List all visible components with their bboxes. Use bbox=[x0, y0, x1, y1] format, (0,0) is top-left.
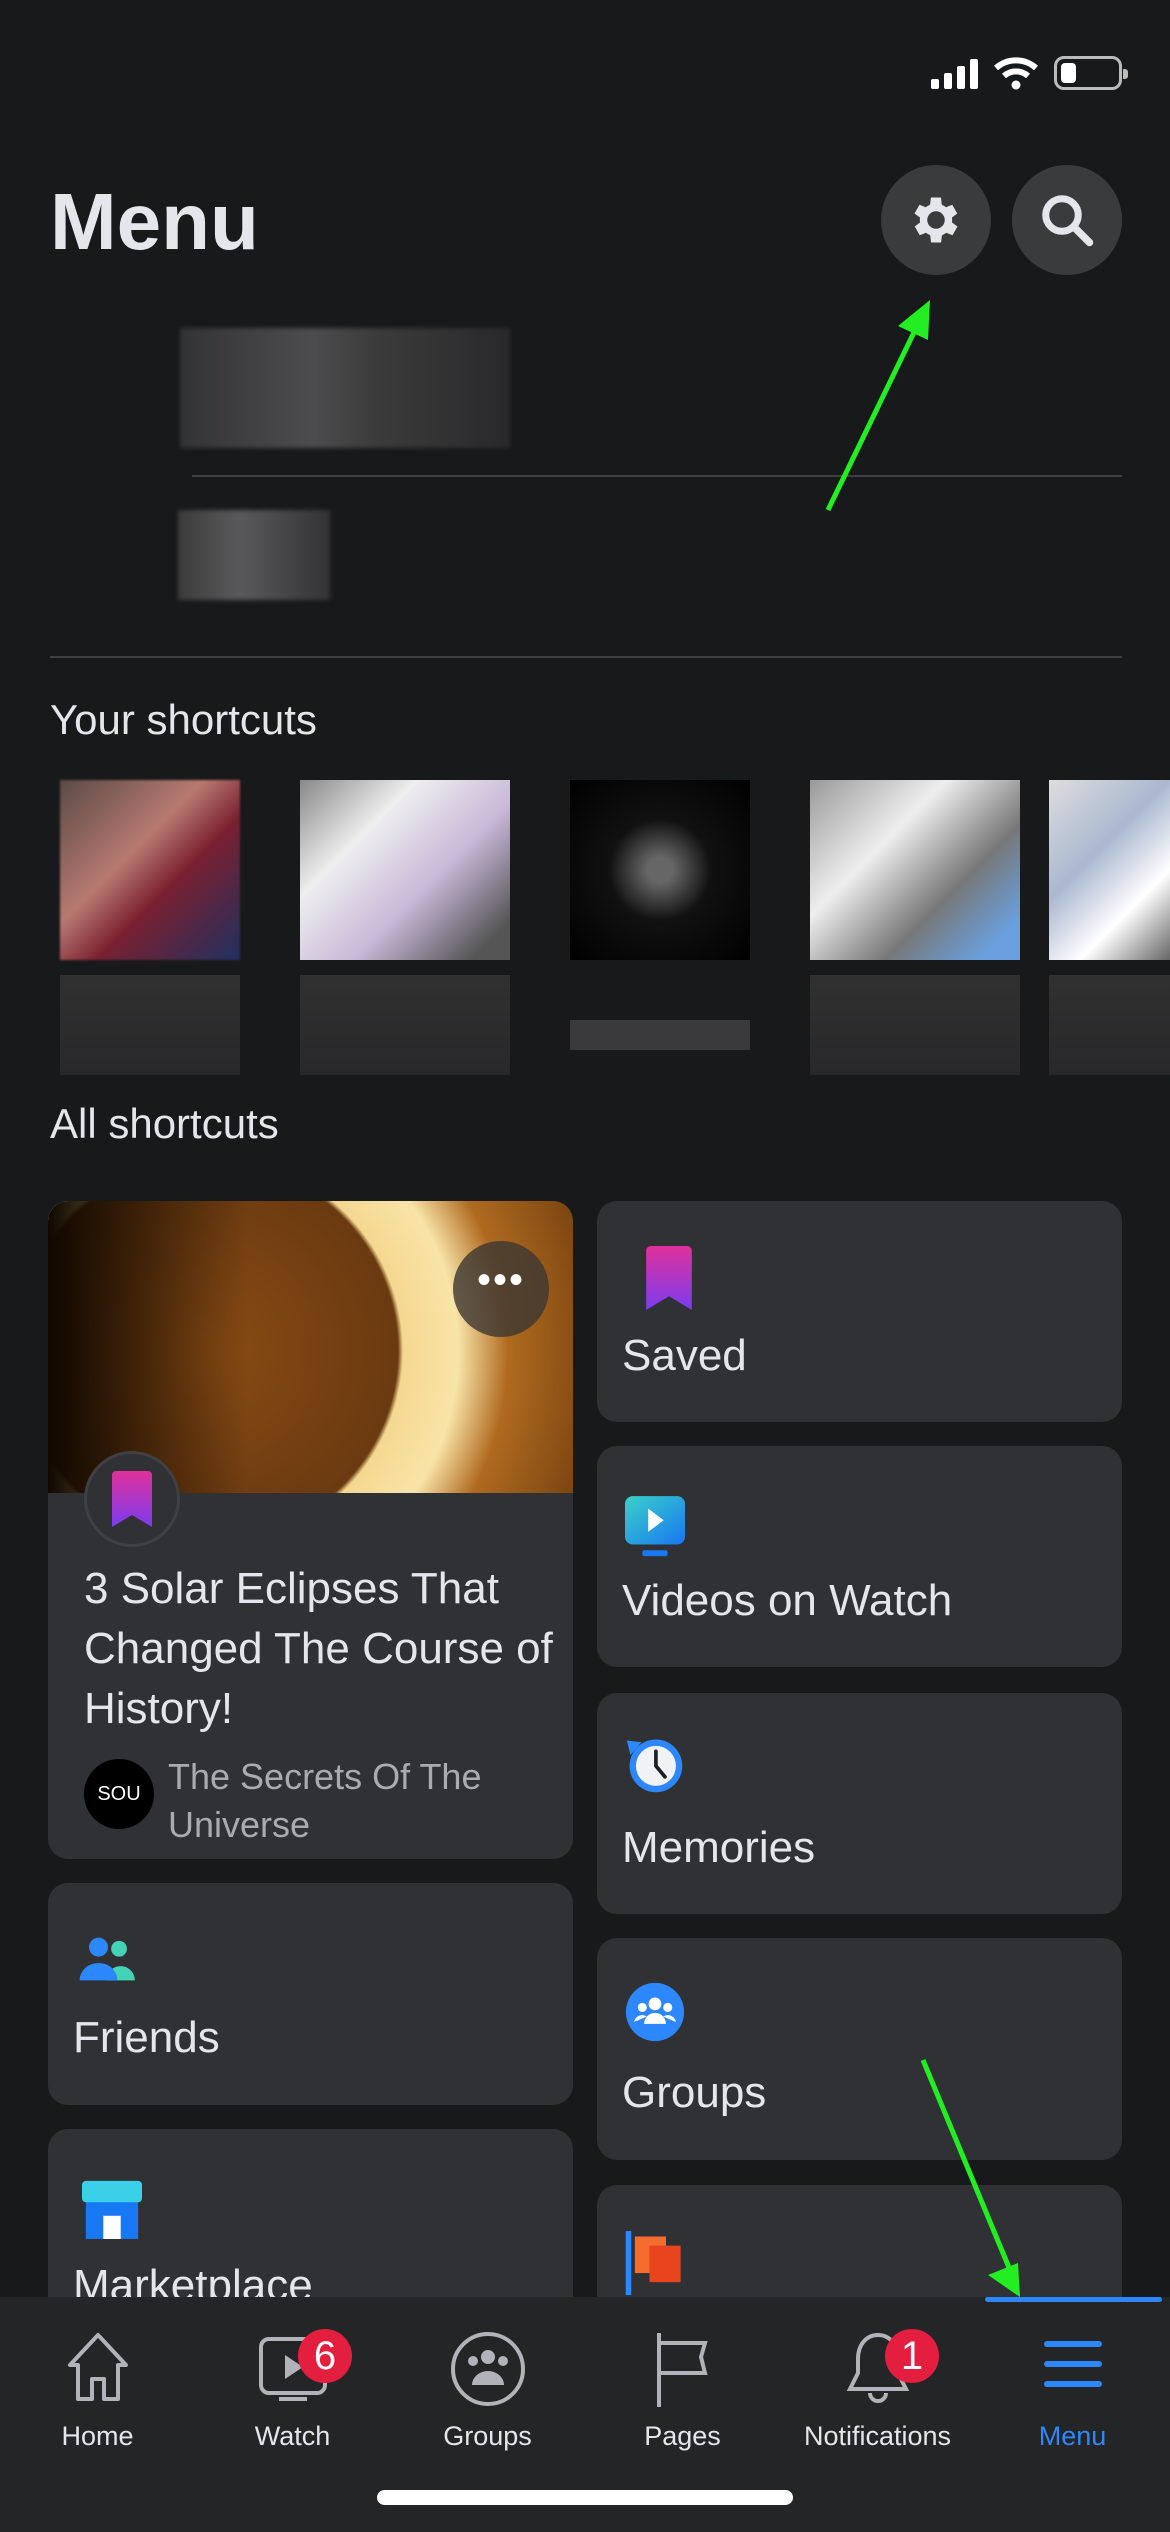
groups-icon bbox=[450, 2332, 525, 2406]
memories-clock-icon bbox=[626, 1739, 683, 1793]
annotation-arrow-settings bbox=[825, 300, 930, 512]
tab-label: Notifications bbox=[803, 2421, 952, 2451]
shortcut-label-blurred bbox=[570, 1020, 750, 1050]
pages-flag-icon bbox=[656, 2333, 708, 2407]
saved-badge bbox=[84, 1451, 180, 1547]
shortcut-videos-on-watch[interactable]: Videos on Watch bbox=[597, 1446, 1122, 1667]
tab-label: Watch bbox=[254, 2421, 331, 2451]
tab-watch[interactable]: 6 Watch bbox=[195, 2297, 390, 2477]
your-shortcuts-heading: Your shortcuts bbox=[50, 696, 317, 743]
tab-label: Home bbox=[61, 2421, 134, 2451]
status-bar bbox=[931, 56, 1128, 90]
tab-notifications[interactable]: 1 Notifications bbox=[780, 2297, 975, 2477]
notifications-badge: 1 bbox=[885, 2329, 939, 2383]
all-shortcuts-heading: All shortcuts bbox=[50, 1100, 279, 1147]
gear-icon bbox=[914, 197, 958, 243]
home-indicator bbox=[377, 2490, 793, 2505]
page-title: Menu bbox=[50, 177, 259, 266]
watch-badge: 6 bbox=[298, 2329, 352, 2383]
tab-pages[interactable]: Pages bbox=[585, 2297, 780, 2477]
tab-label: Pages bbox=[644, 2421, 721, 2451]
bookmark-icon bbox=[646, 1246, 692, 1310]
profile-secondary-blurred[interactable] bbox=[178, 510, 330, 600]
shortcut-groups[interactable]: Groups bbox=[597, 1938, 1122, 2160]
shortcut-label: Memories bbox=[622, 1823, 816, 1872]
cellular-signal-icon bbox=[931, 57, 978, 89]
shortcut-label-blurred bbox=[60, 975, 240, 1075]
shortcut-label: Saved bbox=[622, 1331, 747, 1380]
shortcut-saved[interactable]: Saved bbox=[597, 1201, 1122, 1422]
pages-flag-icon bbox=[625, 2231, 681, 2295]
wifi-icon bbox=[994, 57, 1038, 90]
shortcut-label-blurred bbox=[1049, 975, 1170, 1075]
divider bbox=[192, 475, 1122, 477]
home-icon bbox=[67, 2333, 128, 2401]
article-title: 3 Solar Eclipses That Changed The Course… bbox=[84, 1564, 553, 1733]
shortcut-thumbnail[interactable] bbox=[570, 780, 750, 960]
tab-label: Groups bbox=[443, 2421, 532, 2451]
shortcut-memories[interactable]: Memories bbox=[597, 1693, 1122, 1914]
more-options-button[interactable]: ••• bbox=[453, 1241, 549, 1337]
more-icon: ••• bbox=[476, 1258, 525, 1302]
groups-icon bbox=[625, 1982, 685, 2042]
source-logo: SOU bbox=[84, 1759, 154, 1829]
marketplace-icon bbox=[82, 2180, 142, 2239]
shortcut-label: Friends bbox=[73, 2013, 220, 2062]
shortcut-label-blurred bbox=[300, 975, 510, 1075]
search-button[interactable] bbox=[1012, 165, 1122, 275]
settings-button[interactable] bbox=[881, 165, 991, 275]
tab-label: Menu bbox=[1038, 2421, 1107, 2451]
shortcut-label: Videos on Watch bbox=[622, 1576, 953, 1625]
tab-home[interactable]: Home bbox=[0, 2297, 195, 2477]
hamburger-menu-icon bbox=[1043, 2341, 1102, 2387]
friends-icon bbox=[79, 1937, 135, 1981]
shortcut-label-blurred bbox=[810, 975, 1020, 1075]
profile-name-blurred[interactable] bbox=[180, 328, 510, 448]
shortcut-friends[interactable]: Friends bbox=[48, 1883, 573, 2105]
shortcut-label: Groups bbox=[622, 2068, 767, 2117]
tab-menu[interactable]: Menu bbox=[975, 2297, 1170, 2477]
shortcut-thumbnail[interactable] bbox=[300, 780, 510, 960]
shortcut-thumbnail[interactable] bbox=[810, 780, 1020, 960]
article-card[interactable]: ••• 3 Solar Eclipses That Changed The Co… bbox=[48, 1201, 573, 1859]
tab-bar: Home 6 Watch Groups Pages 1 Notification… bbox=[0, 2297, 1170, 2532]
tab-groups[interactable]: Groups bbox=[390, 2297, 585, 2477]
article-source[interactable]: The Secrets Of The Universe bbox=[168, 1753, 528, 1849]
watch-video-icon bbox=[625, 1496, 685, 1557]
shortcut-thumbnail[interactable] bbox=[1049, 780, 1170, 960]
search-icon bbox=[1042, 195, 1094, 247]
shortcut-thumbnail[interactable] bbox=[60, 780, 240, 960]
bookmark-icon bbox=[112, 1471, 152, 1527]
battery-icon bbox=[1054, 56, 1128, 90]
divider bbox=[50, 656, 1122, 658]
